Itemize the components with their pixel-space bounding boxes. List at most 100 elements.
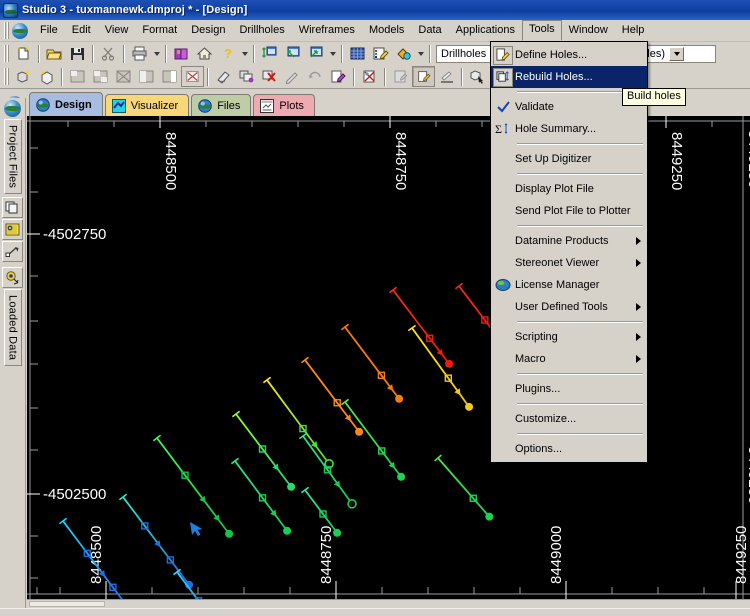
layout-split-icon[interactable] — [89, 66, 112, 87]
home-icon[interactable] — [193, 43, 216, 64]
chevron-down-icon[interactable] — [669, 46, 684, 61]
menu-drillholes[interactable]: Drillholes — [232, 21, 291, 41]
menu-gutter — [491, 326, 515, 348]
pick-object-icon[interactable] — [466, 66, 489, 87]
print-icon[interactable] — [128, 43, 151, 64]
submenu-arrow-icon — [636, 355, 641, 363]
eraser-icon[interactable] — [212, 66, 235, 87]
layout-cross-icon[interactable] — [112, 66, 135, 87]
help-dropdown-arrow[interactable] — [239, 43, 250, 64]
drillhole-toe-marker — [355, 427, 364, 436]
menu-item-macro[interactable]: Macro — [491, 348, 647, 370]
menu-models[interactable]: Models — [362, 21, 411, 41]
menu-item-datamine-products-label: Datamine Products — [515, 235, 609, 247]
x-bottom-tick-3: 8449250 — [733, 526, 750, 584]
menu-item-scripting[interactable]: Scripting — [491, 326, 647, 348]
toolbar1-grip[interactable] — [3, 45, 10, 62]
layout-right-icon[interactable] — [158, 66, 181, 87]
menubar-grip[interactable] — [3, 22, 10, 39]
edit-page-icon[interactable] — [327, 66, 350, 87]
print-dropdown-arrow[interactable] — [151, 43, 162, 64]
add-object-icon[interactable] — [12, 66, 35, 87]
menu-edit[interactable]: Edit — [65, 21, 98, 41]
select-objects-icon[interactable] — [235, 66, 258, 87]
menu-data[interactable]: Data — [411, 21, 448, 41]
toolbar2-grip[interactable] — [3, 68, 10, 85]
menu-design[interactable]: Design — [184, 21, 232, 41]
cut-scissors-icon[interactable] — [97, 43, 120, 64]
layout-left-icon[interactable] — [135, 66, 158, 87]
design-globe-icon — [36, 97, 50, 112]
menu-item-plugins[interactable]: Plugins... — [491, 378, 647, 400]
menu-applications[interactable]: Applications — [449, 21, 522, 41]
delete-object-icon[interactable] — [258, 66, 281, 87]
y-left-tick-1: -4502500 — [43, 486, 106, 503]
menu-item-define-holes[interactable]: Define Holes... — [491, 44, 647, 66]
sidebar-tab-loaded-data[interactable]: Loaded Data — [3, 289, 22, 367]
grid-icon[interactable] — [346, 43, 369, 64]
scrollbar-thumb[interactable] — [29, 601, 105, 607]
save-disk-icon[interactable] — [66, 43, 89, 64]
menu-view[interactable]: View — [98, 21, 136, 41]
menu-item-options[interactable]: Options... — [491, 438, 647, 460]
draw-line-icon[interactable] — [435, 66, 458, 87]
menu-format[interactable]: Format — [135, 21, 184, 41]
menu-item-user-defined-tools[interactable]: User Defined Tools — [491, 296, 647, 318]
menu-item-stereonet-viewer[interactable]: Stereonet Viewer — [491, 252, 647, 274]
menu-tools[interactable]: Tools — [521, 20, 562, 41]
undo-arc-icon[interactable] — [304, 66, 327, 87]
window-dropdown-arrow[interactable] — [327, 43, 338, 64]
new-object-icon[interactable] — [35, 66, 58, 87]
x-top-tick-2: 8449250 — [668, 132, 685, 190]
menu-item-send-plot-file-to-plotter[interactable]: Send Plot File to Plotter — [491, 200, 647, 222]
horizontal-scrollbar[interactable] — [27, 599, 750, 608]
layout-single-icon[interactable] — [66, 66, 89, 87]
window-in-icon[interactable] — [281, 43, 304, 64]
menu-item-license-manager-label: License Manager — [515, 279, 600, 291]
loaded-data-icon[interactable] — [2, 267, 23, 289]
drillhole-toe-marker — [485, 512, 494, 521]
tab-visualizer-label: Visualizer — [130, 99, 179, 112]
layout-full-icon[interactable] — [181, 66, 204, 87]
paint-color-icon[interactable] — [392, 43, 415, 64]
new-file-icon[interactable] — [12, 43, 35, 64]
view-grey-icon[interactable] — [389, 66, 412, 87]
menu-window[interactable]: Window — [562, 21, 615, 41]
question-help-icon[interactable]: ? — [216, 43, 239, 64]
license-globe-icon — [491, 274, 515, 296]
drillhole-toe-marker — [397, 472, 406, 481]
tab-design[interactable]: Design — [29, 92, 103, 116]
menu-item-macro-label: Macro — [515, 353, 546, 365]
view-edit-icon[interactable] — [412, 66, 435, 87]
open-folder-icon[interactable] — [43, 43, 66, 64]
tab-files[interactable]: Files — [191, 94, 252, 116]
drillhole-toe-marker — [283, 526, 292, 535]
tab-plots-label: Plots — [279, 99, 304, 112]
menu-item-hole-summary[interactable]: Σ Hole Summary... — [491, 118, 647, 140]
menu-gutter — [491, 148, 515, 170]
sidebar-tab-project-files[interactable]: Project Files — [3, 119, 22, 195]
tab-plots[interactable]: Plots — [253, 94, 315, 116]
window-out-icon[interactable] — [304, 43, 327, 64]
clear-screen-icon[interactable] — [358, 66, 381, 87]
link-icon[interactable] — [2, 241, 23, 263]
menu-wireframes[interactable]: Wireframes — [292, 21, 362, 41]
tab-visualizer[interactable]: Visualizer — [104, 94, 190, 116]
book-help-icon[interactable] — [170, 43, 193, 64]
notes-icon[interactable] — [2, 219, 23, 241]
menu-help[interactable]: Help — [615, 21, 652, 41]
copy-pages-icon[interactable] — [2, 197, 23, 219]
refresh-window-icon[interactable] — [258, 43, 281, 64]
menu-item-license-manager[interactable]: License Manager — [491, 274, 647, 296]
menu-item-rebuild-holes[interactable]: Rebuild Holes... — [491, 66, 647, 88]
pencil-icon[interactable] — [281, 66, 304, 87]
menu-file[interactable]: File — [33, 21, 65, 41]
menu-bar: File Edit View Format Design Drillholes … — [0, 20, 750, 42]
paint-dropdown-arrow[interactable] — [415, 43, 426, 64]
menu-item-datamine-products[interactable]: Datamine Products — [491, 230, 647, 252]
menu-item-set-up-digitizer[interactable]: Set Up Digitizer — [491, 148, 647, 170]
toolbar-separator — [92, 44, 94, 63]
menu-item-customize[interactable]: Customize... — [491, 408, 647, 430]
menu-item-display-plot-file[interactable]: Display Plot File — [491, 178, 647, 200]
edit-legend-icon[interactable] — [369, 43, 392, 64]
